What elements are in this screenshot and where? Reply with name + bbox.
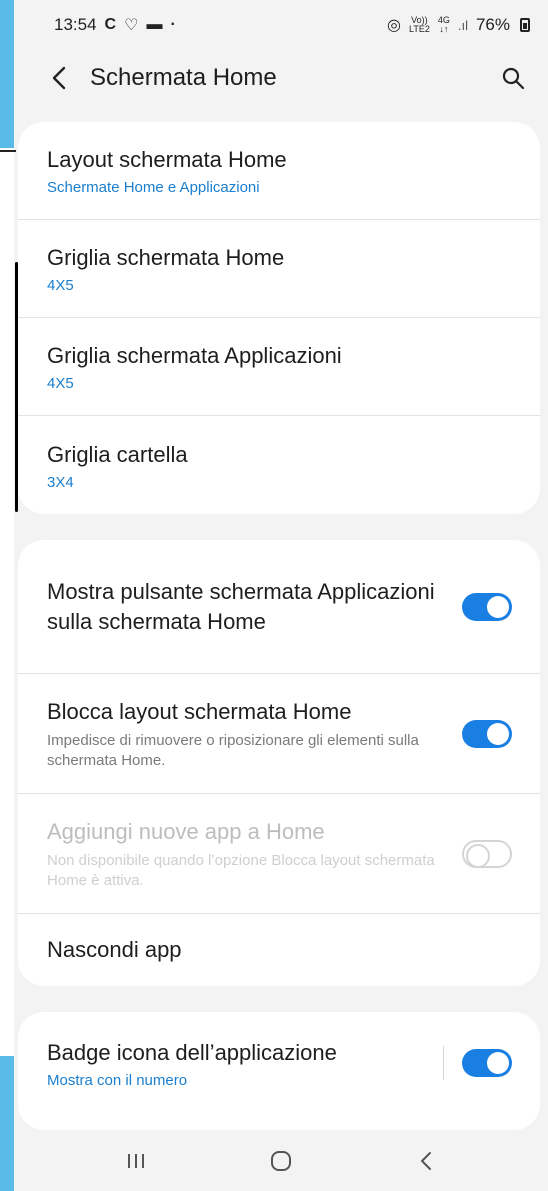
status-time: 13:54: [54, 15, 97, 34]
item-title: Badge icona dell’applicazione: [47, 1039, 337, 1065]
home-options-card: Mostra pulsante schermata Applicazioni s…: [18, 540, 540, 986]
status-right: ◎ Vo)) LTE2 4G ↓↑ .ıl 76%: [387, 15, 530, 35]
heart-rate-icon: ♡: [124, 17, 139, 34]
item-text: Blocca layout schermata Home Impedisce d…: [47, 697, 462, 771]
item-value: Schermate Home e Applicazioni: [47, 179, 260, 196]
left-divider-line: [0, 150, 16, 152]
apps-grid-item[interactable]: Griglia schermata Applicazioni 4X5: [18, 318, 540, 416]
signal-icon: .ıl: [457, 17, 468, 33]
item-value: 3X4: [47, 473, 74, 491]
item-title: Nascondi app: [47, 937, 182, 962]
item-description: Impedisce di rimuovere o riposizionare g…: [47, 731, 419, 769]
left-accent-bottom: [0, 1056, 14, 1191]
folder-grid-item[interactable]: Griglia cartella 3X4: [18, 416, 540, 514]
back-arrow-icon[interactable]: [46, 65, 72, 91]
network-gen-bottom: ↓↑: [439, 24, 449, 34]
page-title: Schermata Home: [90, 64, 277, 91]
more-dot-icon: ·: [170, 16, 176, 33]
network-type-icon: 4G ↓↑: [438, 16, 450, 34]
battery-percent: 76%: [475, 15, 510, 34]
item-text: Aggiungi nuove app a Home Non disponibil…: [47, 817, 462, 891]
battery-icon: [520, 18, 530, 32]
item-title: Aggiungi nuove app a Home: [47, 818, 325, 844]
item-title: Griglia schermata Home: [47, 245, 285, 270]
app-icon-badges-item[interactable]: Badge icona dell’applicazione Mostra con…: [18, 1012, 540, 1114]
badges-card: Badge icona dell’applicazione Mostra con…: [18, 1012, 540, 1130]
c-app-icon: C: [104, 16, 117, 33]
chat-icon: ▬: [146, 16, 163, 33]
status-left: 13:54 C ♡ ▬ ·: [54, 15, 176, 35]
app-icon-badges-toggle[interactable]: [462, 1049, 512, 1077]
volte-icon: Vo)) LTE2: [409, 16, 430, 34]
phone-screen: 13:54 C ♡ ▬ · ◎ Vo)) LTE2 4G ↓↑ .ıl 76% Sc…: [14, 0, 548, 1191]
item-title: Blocca layout schermata Home: [47, 698, 352, 724]
apps-button-toggle[interactable]: [462, 592, 512, 621]
lock-layout-item[interactable]: Blocca layout schermata Home Impedisce d…: [18, 674, 540, 794]
item-value: 4X5: [47, 375, 74, 392]
layout-home-item[interactable]: Layout schermata Home Schermate Home e A…: [18, 122, 540, 220]
side-scroll-mark: [15, 262, 18, 512]
search-icon[interactable]: [498, 63, 528, 93]
add-new-apps-toggle: [462, 839, 512, 868]
item-description: Non disponibile quando l’opzione Blocca …: [47, 851, 435, 889]
item-title: Layout schermata Home: [47, 147, 287, 172]
apps-button-item[interactable]: Mostra pulsante schermata Applicazioni s…: [18, 540, 540, 674]
recent-apps-icon[interactable]: [116, 1141, 156, 1181]
item-title: Griglia schermata Applicazioni: [47, 343, 342, 368]
back-nav-icon[interactable]: [406, 1141, 446, 1181]
hotspot-icon: ◎: [387, 17, 401, 34]
item-title: Griglia cartella: [47, 441, 188, 467]
app-bar: Schermata Home: [14, 50, 548, 106]
item-title: Mostra pulsante schermata Applicazioni s…: [47, 578, 435, 634]
item-text: Nascondi app: [47, 935, 512, 965]
home-icon[interactable]: [261, 1141, 301, 1181]
status-bar: 13:54 C ♡ ▬ · ◎ Vo)) LTE2 4G ↓↑ .ıl 76%: [14, 0, 548, 50]
hide-apps-item[interactable]: Nascondi app: [18, 914, 540, 986]
vertical-divider: [443, 1046, 444, 1080]
left-accent-top: [0, 0, 14, 148]
item-value: 4X5: [47, 277, 74, 294]
volte-bottom: LTE2: [408, 24, 430, 34]
lock-layout-toggle[interactable]: [462, 719, 512, 748]
navigation-bar: [14, 1130, 548, 1191]
home-grid-item[interactable]: Griglia schermata Home 4X5: [18, 220, 540, 318]
home-layout-card: Layout schermata Home Schermate Home e A…: [18, 122, 540, 514]
add-new-apps-item: Aggiungi nuove app a Home Non disponibil…: [18, 794, 540, 914]
item-value: Mostra con il numero: [47, 1071, 188, 1089]
item-text: Mostra pulsante schermata Applicazioni s…: [47, 577, 462, 637]
item-text: Badge icona dell’applicazione Mostra con…: [47, 1038, 443, 1089]
